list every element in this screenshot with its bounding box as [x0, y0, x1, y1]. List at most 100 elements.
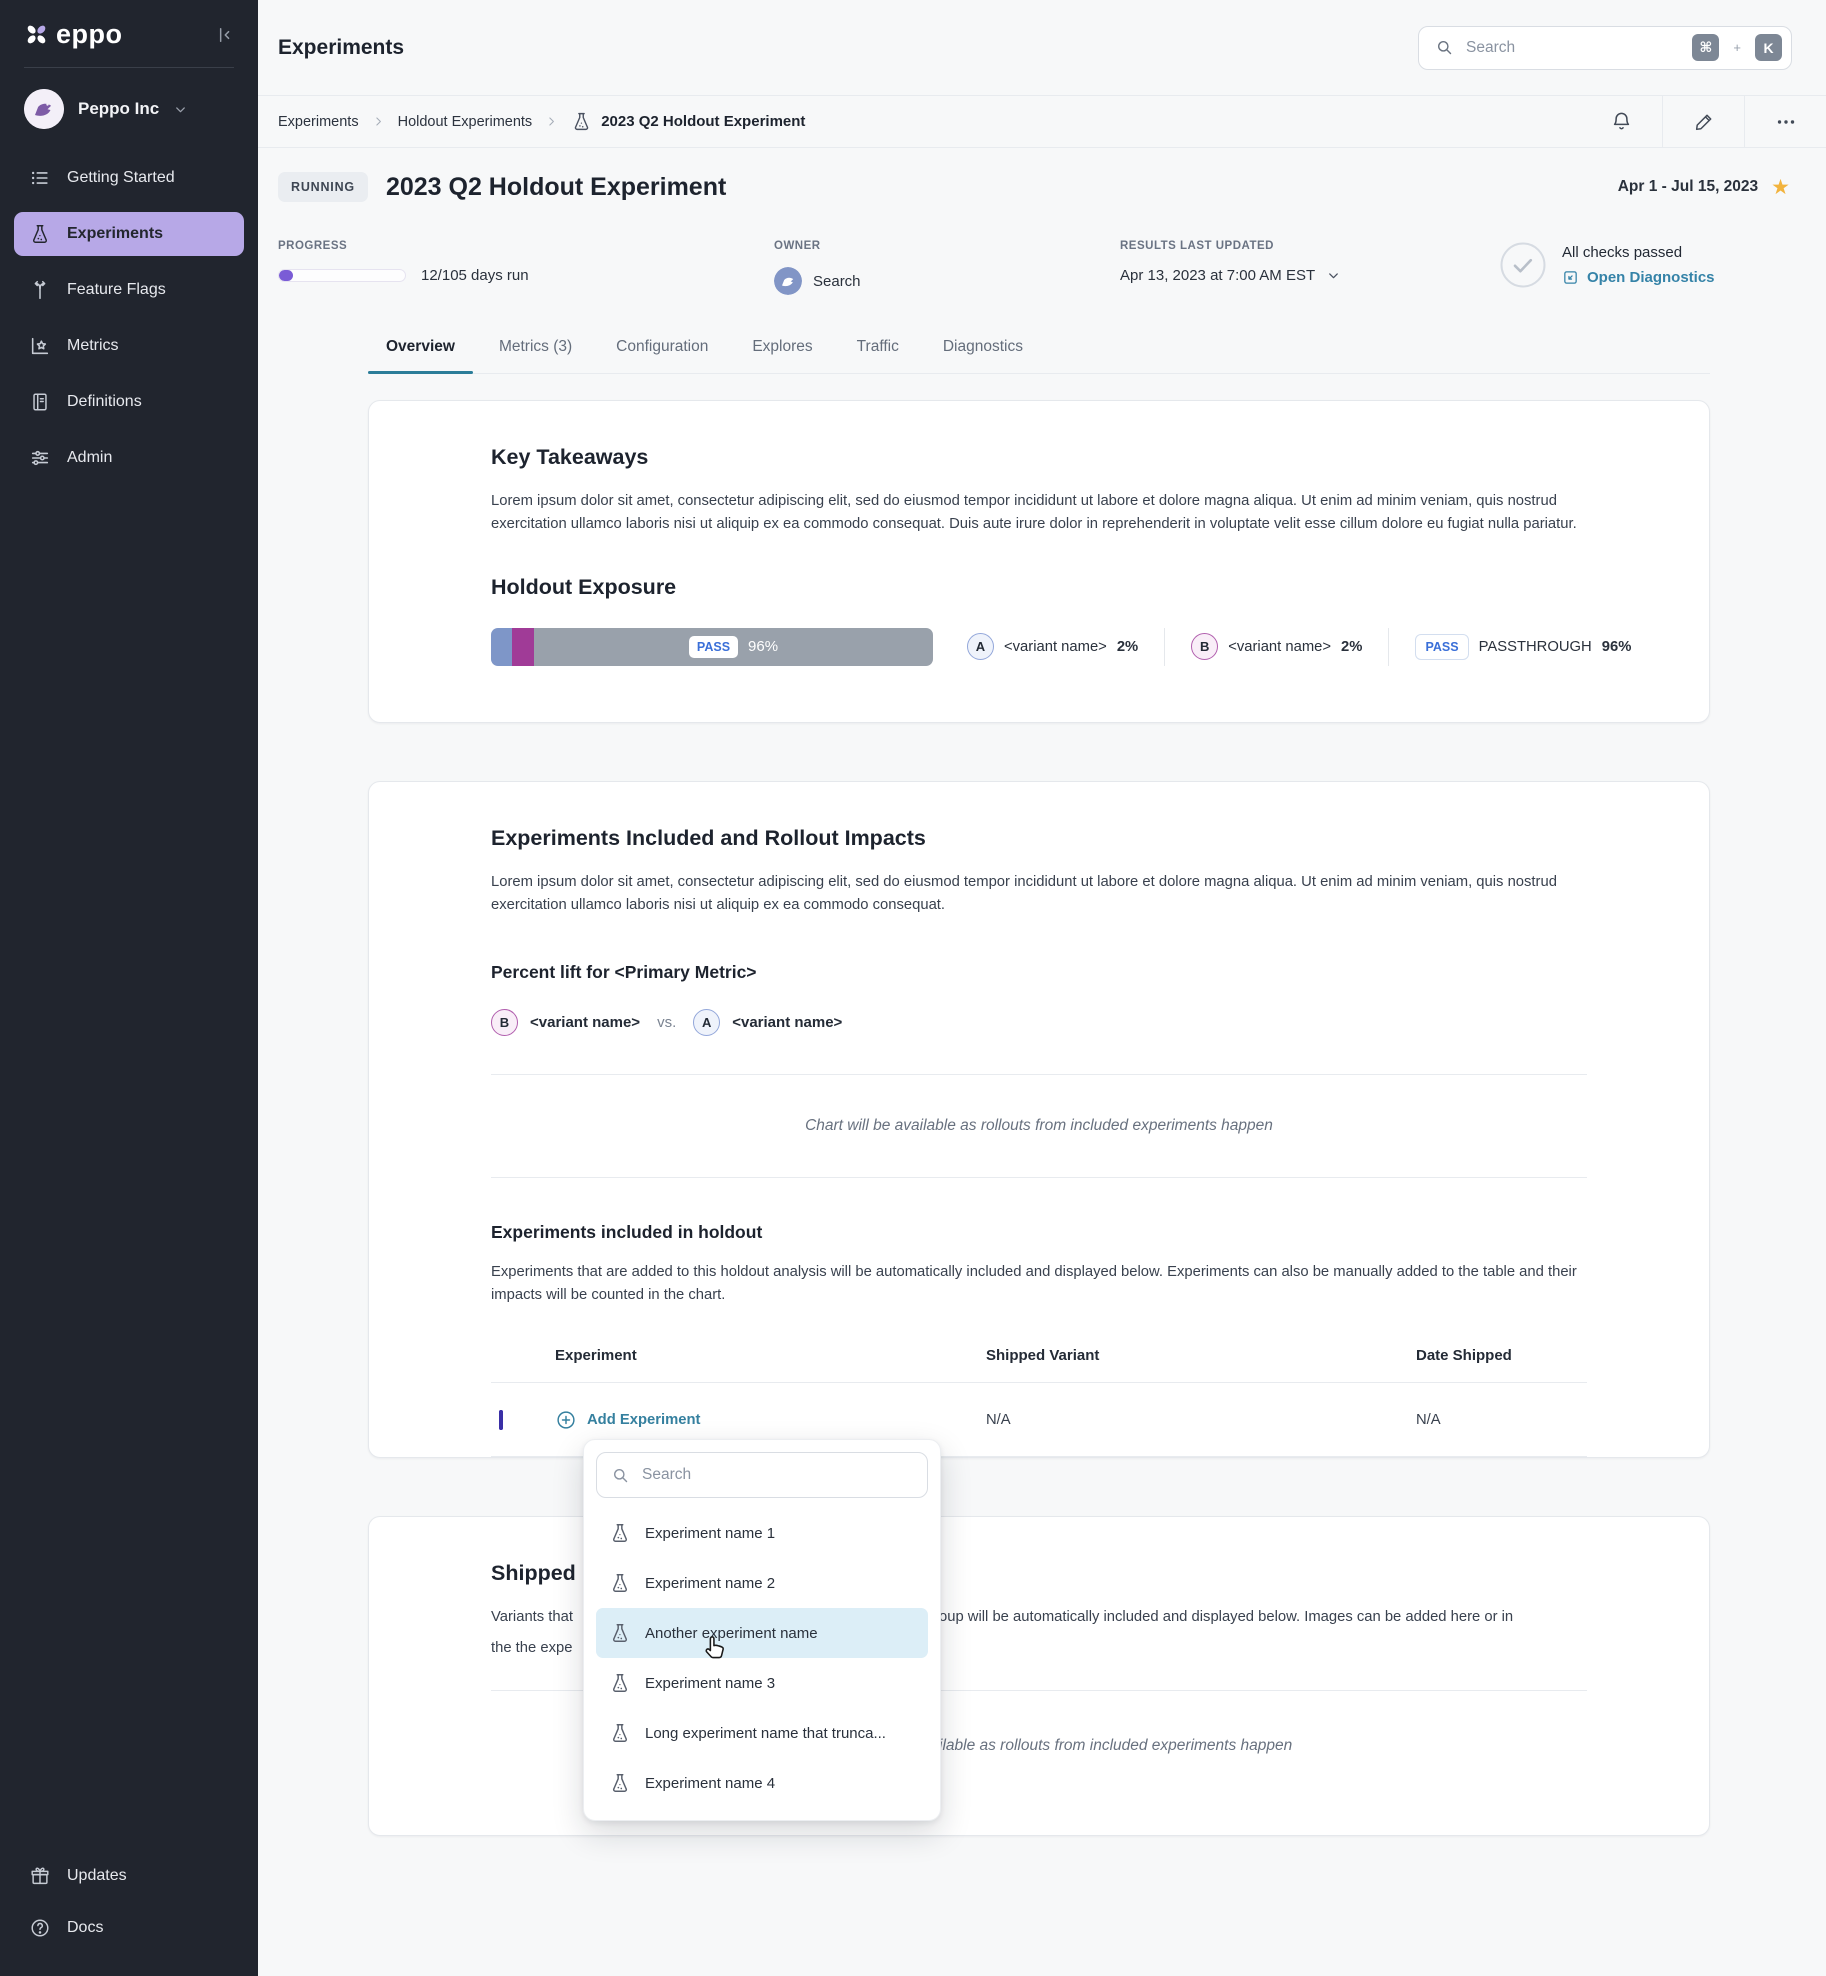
flask-icon	[609, 1672, 631, 1694]
sidebar-item-label: Feature Flags	[67, 281, 166, 299]
results-dropdown[interactable]: Apr 13, 2023 at 7:00 AM EST	[1120, 267, 1500, 284]
breadcrumb: Experiments Holdout Experiments 2023 Q2 …	[278, 96, 805, 147]
rollout-impacts-card: Experiments Included and Rollout Impacts…	[368, 781, 1710, 1459]
owner-avatar	[774, 267, 802, 295]
column-header-date-shipped: Date Shipped	[1416, 1347, 1587, 1364]
kbd-k: K	[1755, 34, 1782, 61]
sidebar-footer-item[interactable]: Updates	[14, 1854, 244, 1898]
sidebar-item-label: Experiments	[67, 225, 163, 243]
chevron-down-icon	[1326, 268, 1341, 283]
rollout-title: Experiments Included and Rollout Impacts	[491, 826, 1587, 851]
favorite-star-icon[interactable]: ★	[1771, 177, 1790, 198]
key-takeaways-title: Key Takeaways	[491, 445, 1587, 470]
global-search-input[interactable]: Search ⌘ + K	[1418, 26, 1792, 70]
open-diagnostics-link[interactable]: Open Diagnostics	[1562, 269, 1715, 286]
lift-variant-row: B <variant name> vs. A <variant name>	[491, 1009, 1587, 1036]
dropdown-item-label: Long experiment name that trunca...	[645, 1725, 886, 1742]
tab[interactable]: Metrics (3)	[497, 325, 574, 373]
holdout-exposure-row: PASS 96% A <variant name> 2% B	[491, 628, 1587, 666]
date-range-label: Apr 1 - Jul 15, 2023	[1618, 178, 1758, 196]
dropdown-search-input[interactable]: Search	[596, 1452, 928, 1498]
ellipsis-icon	[1774, 110, 1798, 134]
variant-a-name: <variant name>	[732, 1014, 842, 1031]
variant-b-value: 2%	[1341, 639, 1362, 655]
variant-b-label: <variant name>	[1228, 639, 1331, 655]
flask-icon	[609, 1622, 631, 1644]
bell-icon	[1610, 110, 1633, 133]
exposure-segment-b	[512, 628, 534, 666]
sidebar-item-label: Getting Started	[67, 169, 175, 187]
exposure-segment-pass: PASS 96%	[534, 628, 933, 666]
dropdown-item[interactable]: Long experiment name that trunca...	[596, 1708, 928, 1758]
dropdown-item[interactable]: Experiment name 3	[596, 1658, 928, 1708]
open-diagnostics-label: Open Diagnostics	[1587, 269, 1715, 286]
tab[interactable]: Diagnostics	[941, 325, 1025, 373]
sidebar-item[interactable]: Definitions	[14, 380, 244, 424]
tab[interactable]: Configuration	[614, 325, 710, 373]
pass-percentage: 96%	[748, 638, 778, 655]
sidebar-item[interactable]: Feature Flags	[14, 268, 244, 312]
percent-lift-title: Percent lift for <Primary Metric>	[491, 962, 1587, 983]
workspace-switcher[interactable]: Peppo Inc	[0, 68, 258, 150]
exposure-bar: PASS 96%	[491, 628, 933, 666]
tab[interactable]: Overview	[384, 325, 457, 373]
breadcrumb-current: 2023 Q2 Holdout Experiment	[571, 111, 805, 132]
sidebar-collapse-icon[interactable]	[214, 25, 234, 45]
kbd-plus: +	[1733, 40, 1741, 55]
workspace-avatar	[24, 89, 64, 129]
sidebar: eppo Peppo Inc Getting Started	[0, 0, 258, 1976]
passthrough-label: PASSTHROUGH	[1479, 639, 1592, 655]
variant-b-badge: B	[1191, 633, 1218, 660]
experiment-title: 2023 Q2 Holdout Experiment	[386, 173, 726, 202]
edit-button[interactable]	[1662, 96, 1744, 147]
sidebar-item[interactable]: Admin	[14, 436, 244, 480]
breadcrumb-link-holdouts[interactable]: Holdout Experiments	[398, 114, 533, 130]
progress-label: PROGRESS	[278, 240, 774, 252]
page-title: Experiments	[278, 36, 404, 60]
tab[interactable]: Traffic	[855, 325, 901, 373]
add-experiment-button[interactable]: Add Experiment	[555, 1409, 986, 1431]
key-takeaways-card: Key Takeaways Lorem ipsum dolor sit amet…	[368, 400, 1710, 723]
sidebar-item[interactable]: Metrics	[14, 324, 244, 368]
included-experiments-body: Experiments that are added to this holdo…	[491, 1261, 1587, 1308]
help-icon	[29, 1917, 51, 1939]
header-actions	[1580, 96, 1826, 147]
legend-divider	[1388, 628, 1389, 666]
sidebar-item-label: Admin	[67, 449, 112, 467]
sliders-icon	[29, 447, 51, 469]
open-diagnostics-icon	[1562, 269, 1579, 286]
dropdown-item[interactable]: Another experiment name	[596, 1608, 928, 1658]
notifications-button[interactable]	[1580, 96, 1662, 147]
sidebar-item-label: Metrics	[67, 337, 119, 355]
breadcrumb-bar: Experiments Holdout Experiments 2023 Q2 …	[258, 96, 1826, 148]
checks-status-text: All checks passed	[1562, 244, 1682, 261]
breadcrumb-current-label: 2023 Q2 Holdout Experiment	[601, 113, 805, 130]
legend-passthrough: PASS PASSTHROUGH 96%	[1415, 634, 1631, 660]
exposure-legend: A <variant name> 2% B <variant name> 2%	[967, 628, 1631, 666]
dropdown-item[interactable]: Experiment name 1	[596, 1508, 928, 1558]
more-actions-button[interactable]	[1744, 96, 1826, 147]
sidebar-footer-item[interactable]: Docs	[14, 1906, 244, 1950]
sidebar-item[interactable]: Experiments	[14, 212, 244, 256]
shipped-body-fragment: the the expe	[491, 1637, 572, 1660]
tab-label: Overview	[386, 338, 455, 355]
experiment-select-dropdown: Search Experiment name 1	[583, 1439, 941, 1821]
list-icon	[29, 167, 51, 189]
dropdown-item-label: Experiment name 1	[645, 1525, 775, 1542]
app-screen: eppo Peppo Inc Getting Started	[0, 0, 1826, 1976]
tab[interactable]: Explores	[750, 325, 814, 373]
chevron-right-icon	[372, 115, 385, 128]
dropdown-item[interactable]: Experiment name 4	[596, 1758, 928, 1808]
tab-label: Configuration	[616, 338, 708, 355]
checks-block: All checks passed Open Diagnostics	[1500, 242, 1790, 288]
flask-icon	[29, 223, 51, 245]
search-icon	[611, 1466, 630, 1485]
sidebar-item[interactable]: Getting Started	[14, 156, 244, 200]
passthrough-badge: PASS	[1415, 634, 1468, 660]
progress-fill	[279, 270, 293, 281]
dropdown-item[interactable]: Experiment name 2	[596, 1558, 928, 1608]
sidebar-footer-label: Updates	[67, 1867, 127, 1885]
workspace-name: Peppo Inc	[78, 99, 159, 119]
breadcrumb-link-experiments[interactable]: Experiments	[278, 114, 359, 130]
legend-divider	[1164, 628, 1165, 666]
